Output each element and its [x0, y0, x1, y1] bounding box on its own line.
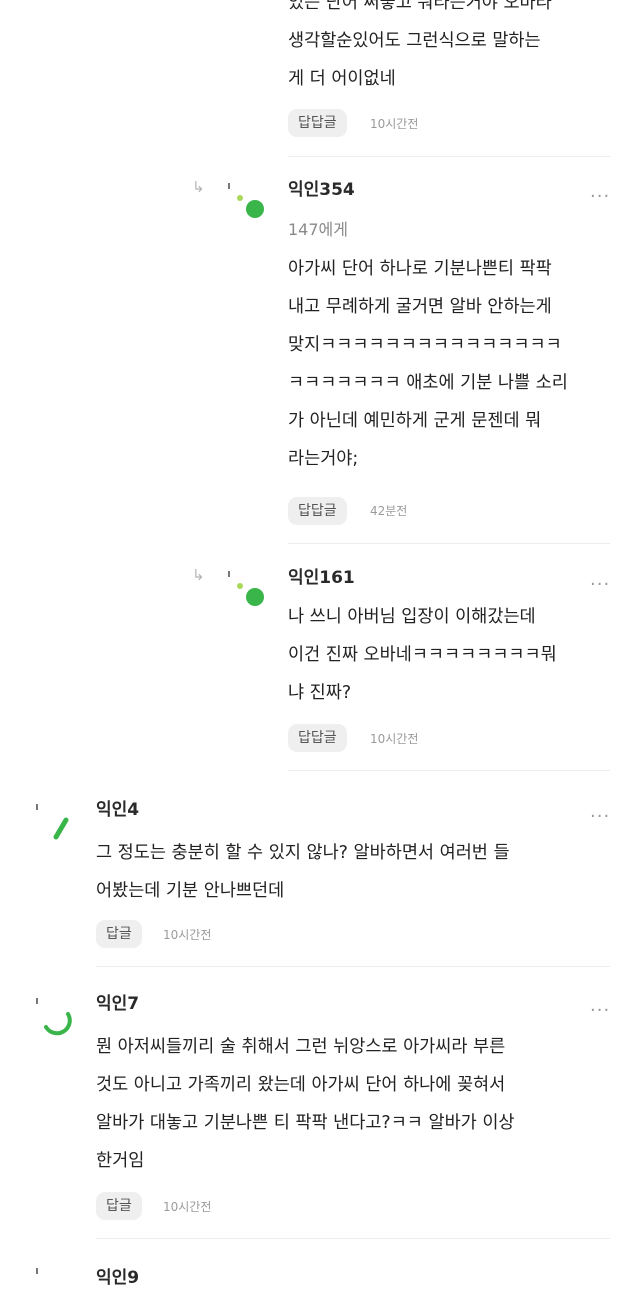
comment-body: 나 쓰니 아버님 입장이 이해갔는데 이건 진짜 오바네ㅋㅋㅋㅋㅋㅋㅋㅋ뭐 냐 … [288, 598, 557, 712]
divider [288, 770, 610, 771]
author-name[interactable]: 익인354 [288, 182, 355, 199]
avatar [228, 183, 264, 218]
comment-body: 있는 단어 써놓고 뭐라는거야 오바라 생각할순있어도 그런식으로 말하는 게 … [288, 0, 552, 98]
more-options-icon[interactable]: ... [590, 997, 610, 1015]
more-options-icon[interactable]: ... [590, 803, 610, 821]
comment-line: 있는 단어 써놓고 뭐라는거야 오바라 [288, 0, 552, 13]
reply-button[interactable]: 답답글 [288, 497, 347, 525]
comment-line: 어봤는데 기분 안나쁘던데 [96, 881, 285, 901]
comment-line: 내고 무례하게 굴거면 알바 안하는게 [288, 297, 552, 317]
comment-line: 아가씨 단어 하나로 기분나쁜티 팍팍 [288, 259, 552, 279]
comment-line: 것도 아니고 가족끼리 왔는데 아가씨 단어 하나에 꽂혀서 [96, 1075, 506, 1095]
author-name[interactable]: 익인161 [288, 570, 355, 587]
comment-body: 뭔 아저씨들끼리 술 취해서 그런 뉘앙스로 아가씨라 부른 것도 아니고 가족… [96, 1028, 515, 1180]
comment-line: 이건 진짜 오바네ㅋㅋㅋㅋㅋㅋㅋㅋ뭐 [288, 645, 557, 665]
comment-time: 10시간전 [370, 117, 419, 131]
comment-body: 아가씨 단어 하나로 기분나쁜티 팍팍 내고 무례하게 굴거면 알바 안하는게 … [288, 250, 568, 478]
comment-line: 알바가 대놓고 기분나쁜 티 팍팍 낸다고?ㅋㅋ 알바가 이상 [96, 1113, 515, 1133]
comment-line: ㅋㅋㅋㅋㅋㅋㅋ 애초에 기분 나쁠 소리 [288, 373, 568, 393]
reply-button[interactable]: 답글 [96, 1192, 142, 1220]
author-name[interactable]: 익인7 [96, 996, 139, 1013]
comment-time: 10시간전 [163, 1200, 212, 1214]
author-name[interactable]: 익인4 [96, 802, 139, 819]
comment-line: 게 더 어이없네 [288, 69, 396, 89]
reply-arrow-icon: ↳ [192, 566, 205, 584]
more-options-icon[interactable]: ... [590, 183, 610, 201]
divider [96, 1238, 610, 1239]
reply-button[interactable]: 답답글 [288, 109, 347, 137]
reply-button[interactable]: 답글 [96, 920, 142, 948]
comment-time: 42분전 [370, 504, 408, 518]
comment-time: 10시간전 [163, 928, 212, 942]
reply-arrow-icon: ↳ [192, 178, 205, 196]
avatar [36, 998, 72, 1036]
comment-line: 한거임 [96, 1151, 145, 1171]
divider [96, 966, 610, 967]
comment-line: 나 쓰니 아버님 입장이 이해갔는데 [288, 607, 536, 627]
avatar [228, 571, 264, 606]
comment-line: 냐 진짜? [288, 683, 352, 703]
comment-line: 생각할순있어도 그런식으로 말하는 [288, 31, 541, 51]
comment-line: 가 아닌데 예민하게 군게 문젠데 뭐 [288, 411, 542, 431]
comment-body: 그 정도는 충분히 할 수 있지 않나? 알바하면서 여러번 들 어봤는데 기분… [96, 834, 510, 910]
comment-line: 라는거야; [288, 449, 359, 469]
comment-line: 맞지ㅋㅋㅋㅋㅋㅋㅋㅋㅋㅋㅋㅋㅋㅋㅋ [288, 335, 562, 355]
reply-button[interactable]: 답답글 [288, 724, 347, 752]
comment-time: 10시간전 [370, 732, 419, 746]
divider [288, 156, 610, 157]
comment-line: 뭔 아저씨들끼리 술 취해서 그런 뉘앙스로 아가씨라 부른 [96, 1037, 506, 1057]
reply-target: 147에게 [288, 220, 348, 239]
more-options-icon[interactable]: ... [590, 571, 610, 589]
avatar [36, 804, 69, 840]
divider [288, 543, 610, 544]
comment-line: 그 정도는 충분히 할 수 있지 않나? 알바하면서 여러번 들 [96, 843, 510, 863]
avatar [36, 1268, 38, 1274]
author-name[interactable]: 익인9 [96, 1270, 139, 1287]
